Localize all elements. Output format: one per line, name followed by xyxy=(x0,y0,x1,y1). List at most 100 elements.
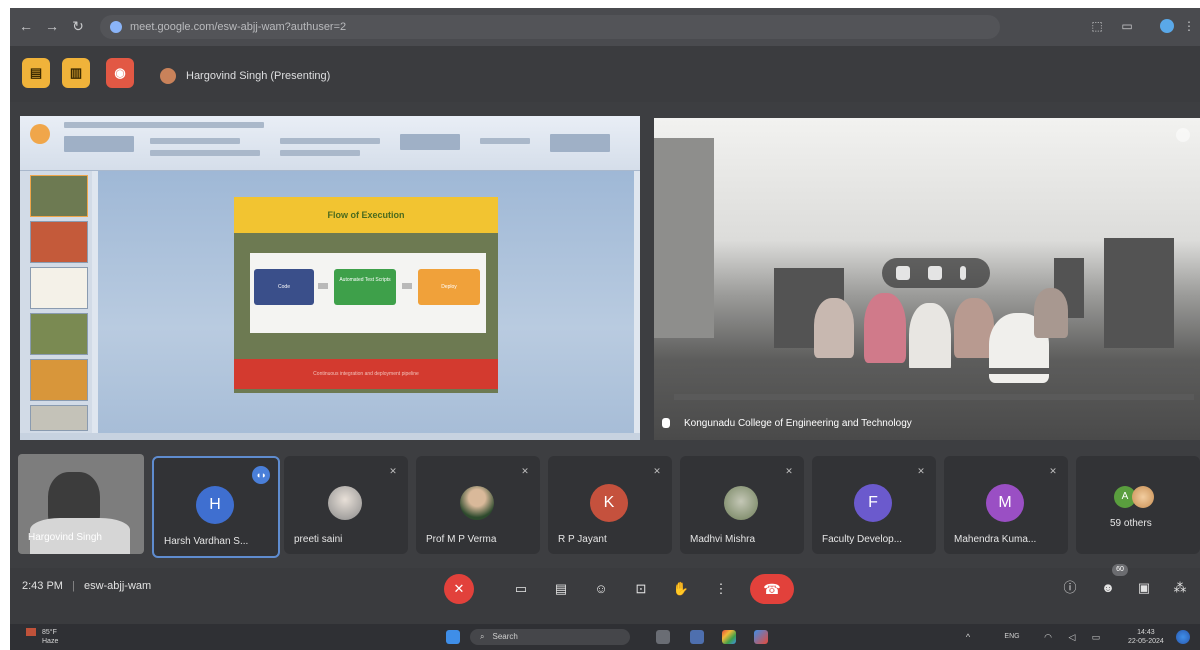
participant-name: Mahendra Kuma... xyxy=(954,534,1037,545)
chrome-icon[interactable] xyxy=(722,630,736,644)
camera-label-text: Kongunadu College of Engineering and Tec… xyxy=(684,418,912,429)
participant-tile[interactable]: ✕ M Mahendra Kuma... xyxy=(944,456,1068,554)
address-bar[interactable]: meet.google.com/esw-abjj-wam?authuser=2 xyxy=(100,15,1000,39)
others-count: 59 others xyxy=(1110,518,1152,529)
participant-tile[interactable]: ✕ preeti saini xyxy=(284,456,408,554)
slide-title: Flow of Execution xyxy=(327,210,405,220)
fullscreen-icon[interactable] xyxy=(928,266,942,280)
participant-avatar: H xyxy=(196,486,234,524)
shared-screen: Flow of Execution Code Automated Test Sc… xyxy=(20,116,640,440)
captions-icon[interactable]: ▥ xyxy=(62,58,90,88)
slide-thumbnail[interactable] xyxy=(30,175,88,217)
diagram-box-code: Code xyxy=(254,269,314,305)
taskbar-clock[interactable]: 14:43 22-05-2024 xyxy=(1128,628,1164,646)
audience-person xyxy=(864,293,906,363)
present-layout-icon[interactable]: ▤ xyxy=(22,58,50,88)
pin-icon[interactable] xyxy=(896,266,910,280)
activities-icon[interactable]: ⁂ xyxy=(1172,580,1188,596)
audience-person xyxy=(909,303,951,373)
profile-avatar[interactable] xyxy=(1160,19,1174,33)
mic-off-icon: ✕ xyxy=(785,466,793,476)
ppt-statusbar xyxy=(20,433,640,440)
url-text: meet.google.com/esw-abjj-wam?authuser=2 xyxy=(130,21,347,33)
slide-thumbnail[interactable] xyxy=(30,313,88,355)
camera-label: Kongunadu College of Engineering and Tec… xyxy=(662,418,912,429)
search-label: Search xyxy=(492,632,518,641)
browser-toolbar: ← → ↻ meet.google.com/esw-abjj-wam?authu… xyxy=(10,8,1200,46)
meet-header: ▤ ▥ ◉ Hargovind Singh (Presenting) xyxy=(10,46,1200,102)
back-button[interactable]: ← xyxy=(18,18,34,34)
chat-icon[interactable]: ▣ xyxy=(1136,580,1152,596)
camera-button[interactable]: ▭ xyxy=(506,574,536,604)
participant-tile[interactable]: ✕ Madhvi Mishra xyxy=(680,456,804,554)
presenter-label: Hargovind Singh (Presenting) xyxy=(160,66,330,86)
more-options-button[interactable]: ⋮ xyxy=(706,574,736,604)
diagram-box-deploy: Deploy xyxy=(418,269,480,305)
audience-person xyxy=(954,298,994,358)
participant-tile[interactable]: ◖◗ H Harsh Vardhan S... xyxy=(152,456,280,558)
participant-tile-self[interactable]: Hargovind Singh xyxy=(18,454,144,554)
share-icon[interactable]: ⬚ xyxy=(1090,19,1104,33)
raise-hand-button[interactable]: ✋ xyxy=(666,574,696,604)
more-vert-icon[interactable] xyxy=(1176,128,1190,142)
chrome-icon[interactable] xyxy=(754,630,768,644)
mic-off-button[interactable]: ✕ xyxy=(444,574,474,604)
participant-name: Harsh Vardhan S... xyxy=(164,536,249,547)
menu-icon[interactable]: ⋮ xyxy=(1182,19,1196,33)
tab-icon[interactable]: ▭ xyxy=(1120,19,1134,33)
desk-row xyxy=(674,394,1194,400)
participant-tile[interactable]: ✕ K R P Jayant xyxy=(548,456,672,554)
participant-name: Madhvi Mishra xyxy=(690,534,756,545)
presenter-avatar xyxy=(160,68,176,85)
settings-icon[interactable] xyxy=(690,630,704,644)
mic-off-icon: ✕ xyxy=(521,466,529,476)
forward-button[interactable]: → xyxy=(44,18,60,34)
participant-tile[interactable]: ✕ F Faculty Develop... xyxy=(812,456,936,554)
wifi-icon[interactable]: ◠ xyxy=(1040,629,1056,645)
slide-footer: Continuous integration and deployment pi… xyxy=(234,359,498,389)
more-options-icon[interactable] xyxy=(960,266,966,280)
taskbar-search[interactable]: ⌕ Search xyxy=(470,629,630,645)
participant-tile-others[interactable]: A 59 others xyxy=(1076,456,1200,554)
mic-icon xyxy=(662,418,670,429)
search-icon: ⌕ xyxy=(480,632,485,641)
window xyxy=(1104,238,1174,348)
audience-person xyxy=(814,298,854,358)
slide-thumbnail[interactable] xyxy=(30,267,88,309)
end-call-button[interactable]: ☎ xyxy=(750,574,794,604)
emoji-button[interactable]: ☺ xyxy=(586,574,616,604)
task-view-icon[interactable] xyxy=(656,630,670,644)
site-info-icon[interactable] xyxy=(110,21,122,34)
participant-name: Hargovind Singh xyxy=(28,532,102,543)
camera-feed: Kongunadu College of Engineering and Tec… xyxy=(654,118,1200,440)
record-icon[interactable]: ◉ xyxy=(106,58,134,88)
notification-icon[interactable] xyxy=(1176,630,1190,644)
volume-icon[interactable]: ◁ xyxy=(1064,629,1080,645)
wall xyxy=(654,138,714,338)
arrow-icon xyxy=(318,283,328,289)
captions-button[interactable]: ▤ xyxy=(546,574,576,604)
people-icon[interactable]: ☻ xyxy=(1100,580,1116,596)
present-button[interactable]: ⊡ xyxy=(626,574,656,604)
windows-start-icon[interactable] xyxy=(446,630,460,644)
language-indicator[interactable]: ENG xyxy=(1000,629,1024,645)
chevron-up-icon[interactable]: ^ xyxy=(960,629,976,645)
audience-person xyxy=(1034,288,1068,338)
info-icon[interactable]: ⓘ xyxy=(1062,580,1078,596)
meeting-code: esw-abjj-wam xyxy=(83,580,152,592)
current-slide: Flow of Execution Code Automated Test Sc… xyxy=(234,197,498,393)
slide-thumbnail[interactable] xyxy=(30,221,88,263)
battery-icon[interactable]: ▭ xyxy=(1088,629,1104,645)
weather-widget[interactable]: 85°F Haze xyxy=(26,628,58,646)
slide-thumbnail[interactable] xyxy=(30,359,88,401)
arrow-icon xyxy=(402,283,412,289)
separator: | xyxy=(72,580,75,592)
clock-time: 14:43 xyxy=(1137,629,1155,636)
desk-row xyxy=(694,368,1194,374)
weather-icon xyxy=(26,628,36,637)
slide-thumbnail[interactable] xyxy=(30,405,88,431)
reload-button[interactable]: ↻ xyxy=(70,18,86,35)
camera-controls xyxy=(882,258,990,288)
mic-off-icon: ✕ xyxy=(653,466,661,476)
participant-tile[interactable]: ✕ Prof M P Verma xyxy=(416,456,540,554)
